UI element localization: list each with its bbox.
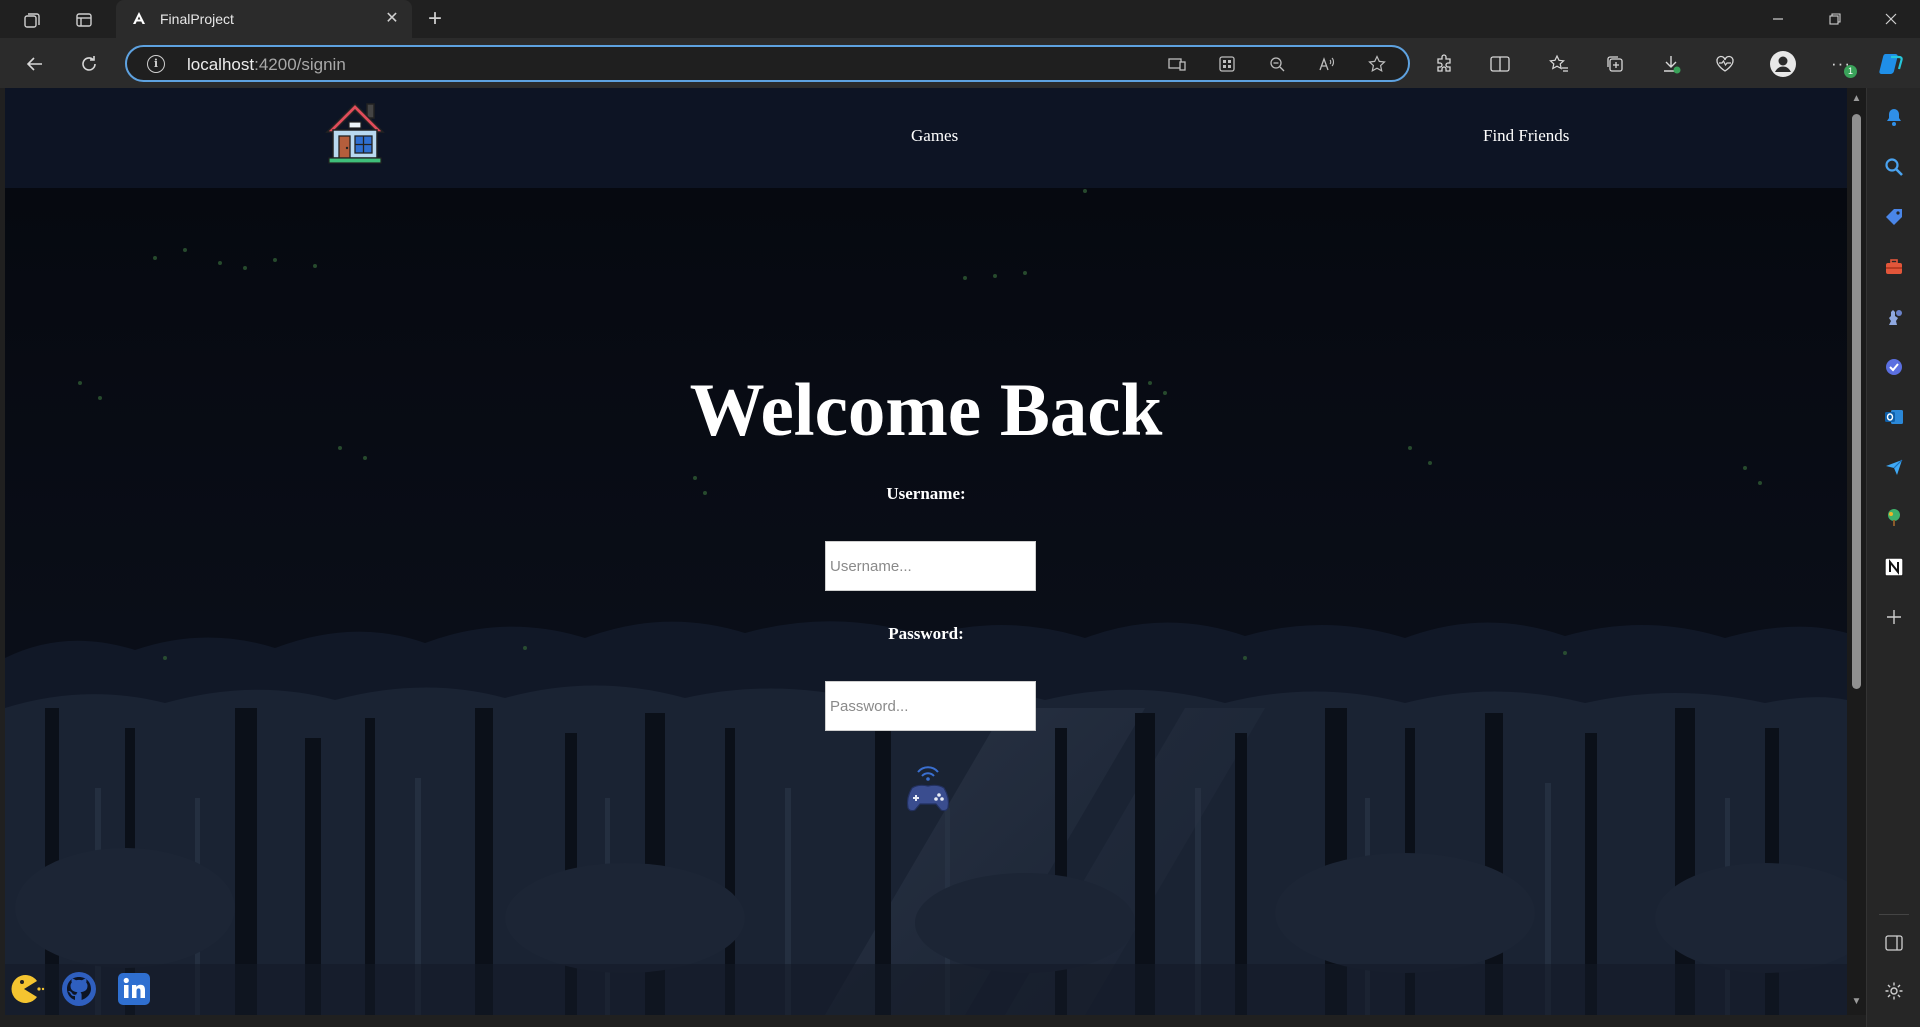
url-text[interactable]: localhost:4200/signin [187, 55, 346, 75]
browser-tab-strip: FinalProject ✕ + [0, 0, 1920, 38]
site-info-icon[interactable]: i [147, 55, 165, 73]
tab-title: FinalProject [160, 11, 234, 27]
home-house-icon[interactable] [323, 98, 387, 166]
edge-sidebar [1866, 88, 1920, 1027]
app-available-icon[interactable] [1165, 53, 1189, 75]
tools-briefcase-icon[interactable] [1881, 254, 1907, 280]
footer-bar [5, 964, 1847, 1015]
close-window-icon[interactable] [1862, 0, 1920, 38]
search-icon[interactable] [1881, 154, 1907, 180]
refresh-icon[interactable] [74, 49, 104, 79]
profile-avatar-icon[interactable] [1768, 49, 1798, 79]
linkedin-icon[interactable] [115, 970, 153, 1008]
new-tab-button[interactable]: + [421, 6, 449, 34]
downloads-icon[interactable] [1656, 49, 1686, 79]
copilot-notification-badge: 1 [1844, 65, 1857, 78]
outlook-icon[interactable] [1881, 404, 1907, 430]
username-label: Username: [886, 484, 966, 503]
page-viewport: Games Find Friends Welcome Back Username… [5, 88, 1847, 1015]
collections-icon[interactable] [1600, 49, 1630, 79]
back-arrow-icon[interactable] [20, 49, 50, 79]
username-input[interactable] [825, 541, 1036, 591]
game-controller-submit-icon[interactable] [900, 764, 956, 820]
shopping-tag-icon[interactable] [1881, 204, 1907, 230]
scroll-down-arrow-icon[interactable]: ▼ [1851, 996, 1862, 1007]
forest-background [5, 188, 1847, 1015]
notion-icon[interactable] [1881, 554, 1907, 580]
tree-app-icon[interactable] [1881, 504, 1907, 530]
send-paper-plane-icon[interactable] [1881, 454, 1907, 480]
notifications-bell-icon[interactable] [1881, 104, 1907, 130]
pacman-icon[interactable] [7, 970, 45, 1008]
settings-gear-icon[interactable] [1881, 978, 1907, 1004]
more-options-icon[interactable]: ··· 1 [1826, 49, 1857, 79]
angular-favicon-icon [130, 10, 148, 28]
minimize-icon[interactable] [1749, 0, 1807, 38]
github-icon[interactable] [60, 970, 98, 1008]
extensions-icon[interactable] [1429, 49, 1459, 79]
browser-essentials-icon[interactable] [1710, 49, 1740, 79]
site-navbar: Games Find Friends [5, 88, 1847, 188]
close-tab-icon[interactable]: ✕ [382, 9, 402, 29]
read-aloud-icon[interactable] [1315, 53, 1339, 75]
split-screen-icon[interactable] [1485, 49, 1515, 79]
browser-toolbar: i localhost:4200/signin ··· 1 [0, 38, 1920, 88]
active-tab[interactable]: FinalProject ✕ [116, 0, 412, 38]
nav-link-find-friends[interactable]: Find Friends [1483, 126, 1569, 146]
favorites-icon[interactable] [1544, 49, 1574, 79]
sidebar-divider [1879, 914, 1909, 915]
favorite-star-icon[interactable] [1365, 53, 1389, 75]
page-scrollbar[interactable]: ▲ ▼ [1847, 88, 1866, 1015]
workspaces-icon[interactable] [18, 6, 46, 34]
nav-link-games[interactable]: Games [911, 126, 958, 146]
games-chess-icon[interactable] [1881, 304, 1907, 330]
zoom-out-icon[interactable] [1265, 53, 1289, 75]
add-sidebar-app-icon[interactable] [1881, 604, 1907, 630]
copilot-sidebar-icon[interactable] [1881, 354, 1907, 380]
password-label: Password: [888, 624, 964, 643]
scroll-up-arrow-icon[interactable]: ▲ [1851, 93, 1862, 104]
password-input[interactable] [825, 681, 1036, 731]
welcome-heading: Welcome Back [689, 369, 1163, 452]
copilot-icon[interactable] [1876, 49, 1906, 79]
hide-sidebar-icon[interactable] [1881, 930, 1907, 956]
scrollbar-thumb[interactable] [1852, 114, 1861, 689]
restore-icon[interactable] [1806, 0, 1864, 38]
tab-actions-icon[interactable] [70, 6, 98, 34]
address-bar[interactable]: i localhost:4200/signin [125, 45, 1410, 82]
qr-code-icon[interactable] [1215, 53, 1239, 75]
